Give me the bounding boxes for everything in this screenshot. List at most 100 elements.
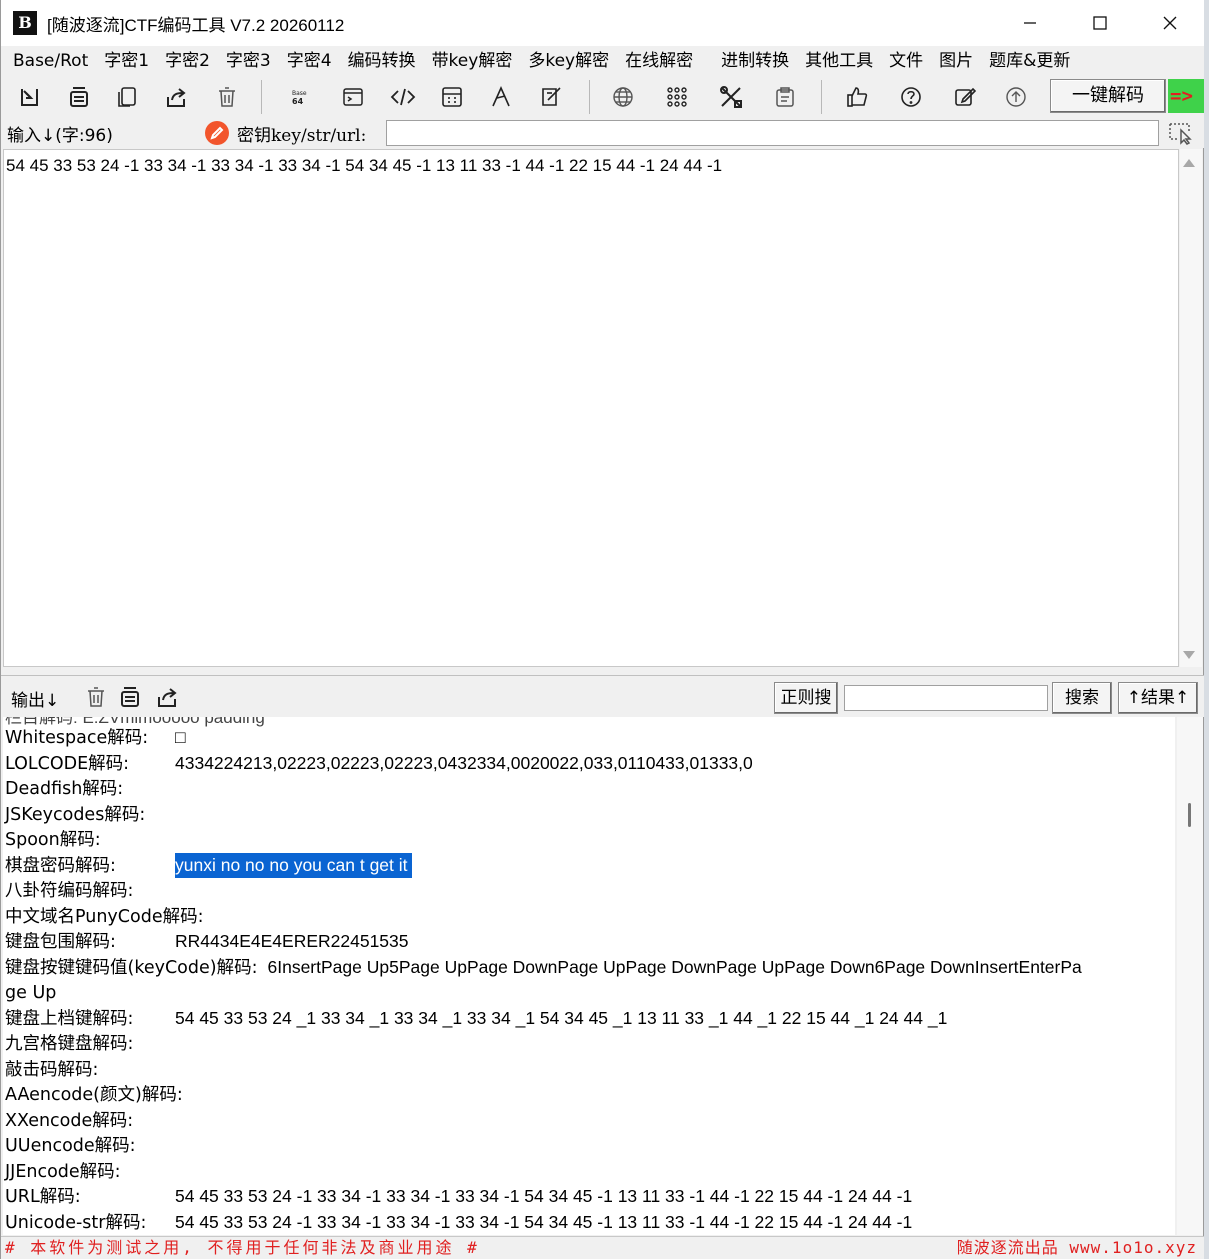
help-icon[interactable] — [895, 82, 927, 112]
output-line: Unicode-str解码: 54 45 33 53 24 -1 33 34 -1… — [5, 1210, 912, 1235]
clipboard-icon[interactable] — [769, 82, 801, 112]
output-copy-icon[interactable] — [116, 684, 144, 710]
menu-online-decrypt[interactable]: 在线解密 — [617, 46, 701, 76]
output-line-label: AAencode(颜文)解码: — [5, 1085, 183, 1105]
scroll-down-icon[interactable] — [1183, 651, 1195, 659]
toolbar-separator — [821, 80, 822, 114]
menu-questions-update[interactable]: 题库&更新 — [981, 46, 1078, 76]
menu-zimi4[interactable]: 字密4 — [279, 46, 340, 76]
menu-encoding[interactable]: 编码转换 — [340, 46, 424, 76]
terminal-icon[interactable] — [337, 82, 369, 112]
window-title: [随波逐流]CTF编码工具 V7.2 20260112 — [47, 15, 345, 35]
input-textarea[interactable]: 54 45 33 53 24 -1 33 34 -1 33 34 -1 33 3… — [3, 149, 1179, 667]
output-line-label: Unicode-str解码: — [5, 1212, 147, 1233]
output-line-label: 棋盘密码解码: — [5, 855, 116, 876]
base64-icon[interactable]: Base 64 — [283, 82, 315, 112]
app-window: B [随波逐流]CTF编码工具 V7.2 20260112 Base/Rot 字… — [0, 0, 1205, 1259]
svg-text:Base: Base — [292, 90, 307, 97]
arrow-indicator: => — [1168, 79, 1205, 113]
input-label: 输入↓(字:96) — [7, 126, 113, 146]
scroll-up-icon[interactable] — [1183, 159, 1195, 167]
output-line: 键盘包围解码: RR4434E4E4ERER22451535 — [5, 929, 409, 954]
output-line: ge Up — [5, 980, 56, 1005]
regex-search-button[interactable]: 正则搜 — [774, 682, 838, 714]
regex-input[interactable] — [844, 685, 1048, 711]
tools-icon[interactable] — [715, 82, 747, 112]
output-line-value: □ — [175, 727, 186, 747]
output-line: JSKeycodes解码: — [5, 802, 145, 827]
background-window-edge — [1204, 0, 1209, 1259]
code-icon[interactable] — [387, 82, 419, 112]
decode-all-button[interactable]: 一键解码 — [1050, 79, 1166, 113]
key-label: 密钥key/str/url: — [237, 126, 367, 146]
output-line-label: XXencode解码: — [5, 1110, 134, 1131]
edit-icon[interactable] — [949, 82, 981, 112]
output-line: JJEncode解码: — [5, 1159, 121, 1184]
menu-other-tools[interactable]: 其他工具 — [797, 46, 881, 76]
key-pen-icon — [205, 121, 229, 145]
key-input[interactable] — [386, 120, 1159, 146]
toolbar-separator — [261, 80, 262, 114]
output-line-label: 键盘上档键解码: — [5, 1008, 134, 1029]
output-share-icon[interactable] — [153, 684, 181, 710]
calculator-icon[interactable] — [436, 82, 468, 112]
menu-zimi3[interactable]: 字密3 — [218, 46, 279, 76]
globe-icon[interactable] — [607, 82, 639, 112]
input-header-row: 输入↓(字:96) 密钥key/str/url: — [1, 118, 1205, 148]
import-icon[interactable] — [13, 82, 45, 112]
output-line-value: 54 45 33 53 24 -1 33 34 -1 33 34 -1 33 3… — [175, 1186, 913, 1206]
menu-file[interactable]: 文件 — [881, 46, 931, 76]
select-cursor-icon[interactable] — [1167, 121, 1195, 145]
output-line-value: 6InsertPage Up5Page UpPage DownPage UpPa… — [267, 956, 1082, 977]
output-line-label: ge Up — [5, 983, 57, 1003]
output-line: 九宫格键盘解码: — [5, 1031, 133, 1056]
title-bar: B [随波逐流]CTF编码工具 V7.2 20260112 — [1, 0, 1205, 46]
edit-document-icon[interactable] — [535, 82, 567, 112]
output-line-label: JSKeycodes解码: — [5, 804, 146, 825]
output-line-value: 4334224213,02223,02223,02223,0432334,002… — [175, 752, 753, 773]
output-line-label: URL解码: — [5, 1187, 81, 1207]
output-line: 棋盘密码解码: yunxi no no no you can t get it — [5, 852, 412, 878]
result-button[interactable]: ↑结果↑ — [1118, 682, 1198, 714]
trash-icon[interactable] — [211, 82, 243, 112]
share-icon[interactable] — [160, 82, 192, 112]
maximize-icon — [1093, 16, 1107, 30]
menu-image[interactable]: 图片 — [931, 46, 981, 76]
input-scrollbar[interactable] — [1180, 149, 1202, 667]
menu-base-rot[interactable]: Base/Rot — [5, 46, 96, 76]
menu-zimi2[interactable]: 字密2 — [157, 46, 218, 76]
close-button[interactable] — [1135, 0, 1205, 46]
svg-text:64: 64 — [292, 97, 304, 106]
scroll-thumb[interactable] — [1188, 803, 1191, 827]
document-copy-icon[interactable] — [111, 82, 143, 112]
app-logo-icon: B — [13, 11, 37, 35]
output-line-label: 敲击码解码: — [5, 1059, 99, 1080]
output-line: LOLCODE解码: 4334224213,02223,02223,02223,0… — [5, 751, 753, 776]
output-trash-icon[interactable] — [82, 684, 110, 710]
upload-icon[interactable] — [1000, 82, 1032, 112]
menu-radix[interactable]: 进制转换 — [713, 46, 797, 76]
output-line: 敲击码解码: — [5, 1057, 98, 1082]
font-icon[interactable] — [485, 82, 517, 112]
output-line: 键盘上档键解码: 54 45 33 53 24 _1 33 34 _1 33 34… — [5, 1006, 947, 1031]
output-line-value: 54 45 33 53 24 _1 33 34 _1 33 34 _1 33 3… — [175, 1007, 948, 1028]
output-line-label: Spoon解码: — [5, 830, 101, 850]
copy-stack-icon[interactable] — [63, 82, 95, 112]
status-disclaimer: # 本软件为测试之用, 不得用于任何非法及商业用途 # — [5, 1238, 480, 1257]
menu-multikey-decrypt[interactable]: 多key解密 — [520, 46, 617, 76]
output-header-bar: 输出↓ 正则搜 搜索 ↑结果↑ — [1, 675, 1205, 717]
maximize-button[interactable] — [1065, 0, 1135, 46]
menu-zimi1[interactable]: 字密1 — [96, 46, 157, 76]
grid-dots-icon[interactable] — [661, 82, 693, 112]
output-scrollbar[interactable] — [1177, 717, 1203, 1235]
minimize-button[interactable] — [995, 0, 1065, 46]
output-line: URL解码: 54 45 33 53 24 -1 33 34 -1 33 34 -… — [5, 1184, 912, 1209]
menu-key-decrypt[interactable]: 带key解密 — [424, 46, 521, 76]
output-line-label: 八卦符编码解码: — [5, 881, 134, 901]
search-button[interactable]: 搜索 — [1052, 682, 1112, 714]
toolbar-separator — [589, 80, 590, 114]
output-line-label: 键盘包围解码: — [5, 932, 116, 952]
thumbs-up-icon[interactable] — [841, 82, 873, 112]
output-line: AAencode(颜文)解码: — [5, 1082, 183, 1107]
output-text-area[interactable]: 栏目解码: E:ZVmlmooooo padding Whitespace解码:… — [3, 717, 1175, 1235]
